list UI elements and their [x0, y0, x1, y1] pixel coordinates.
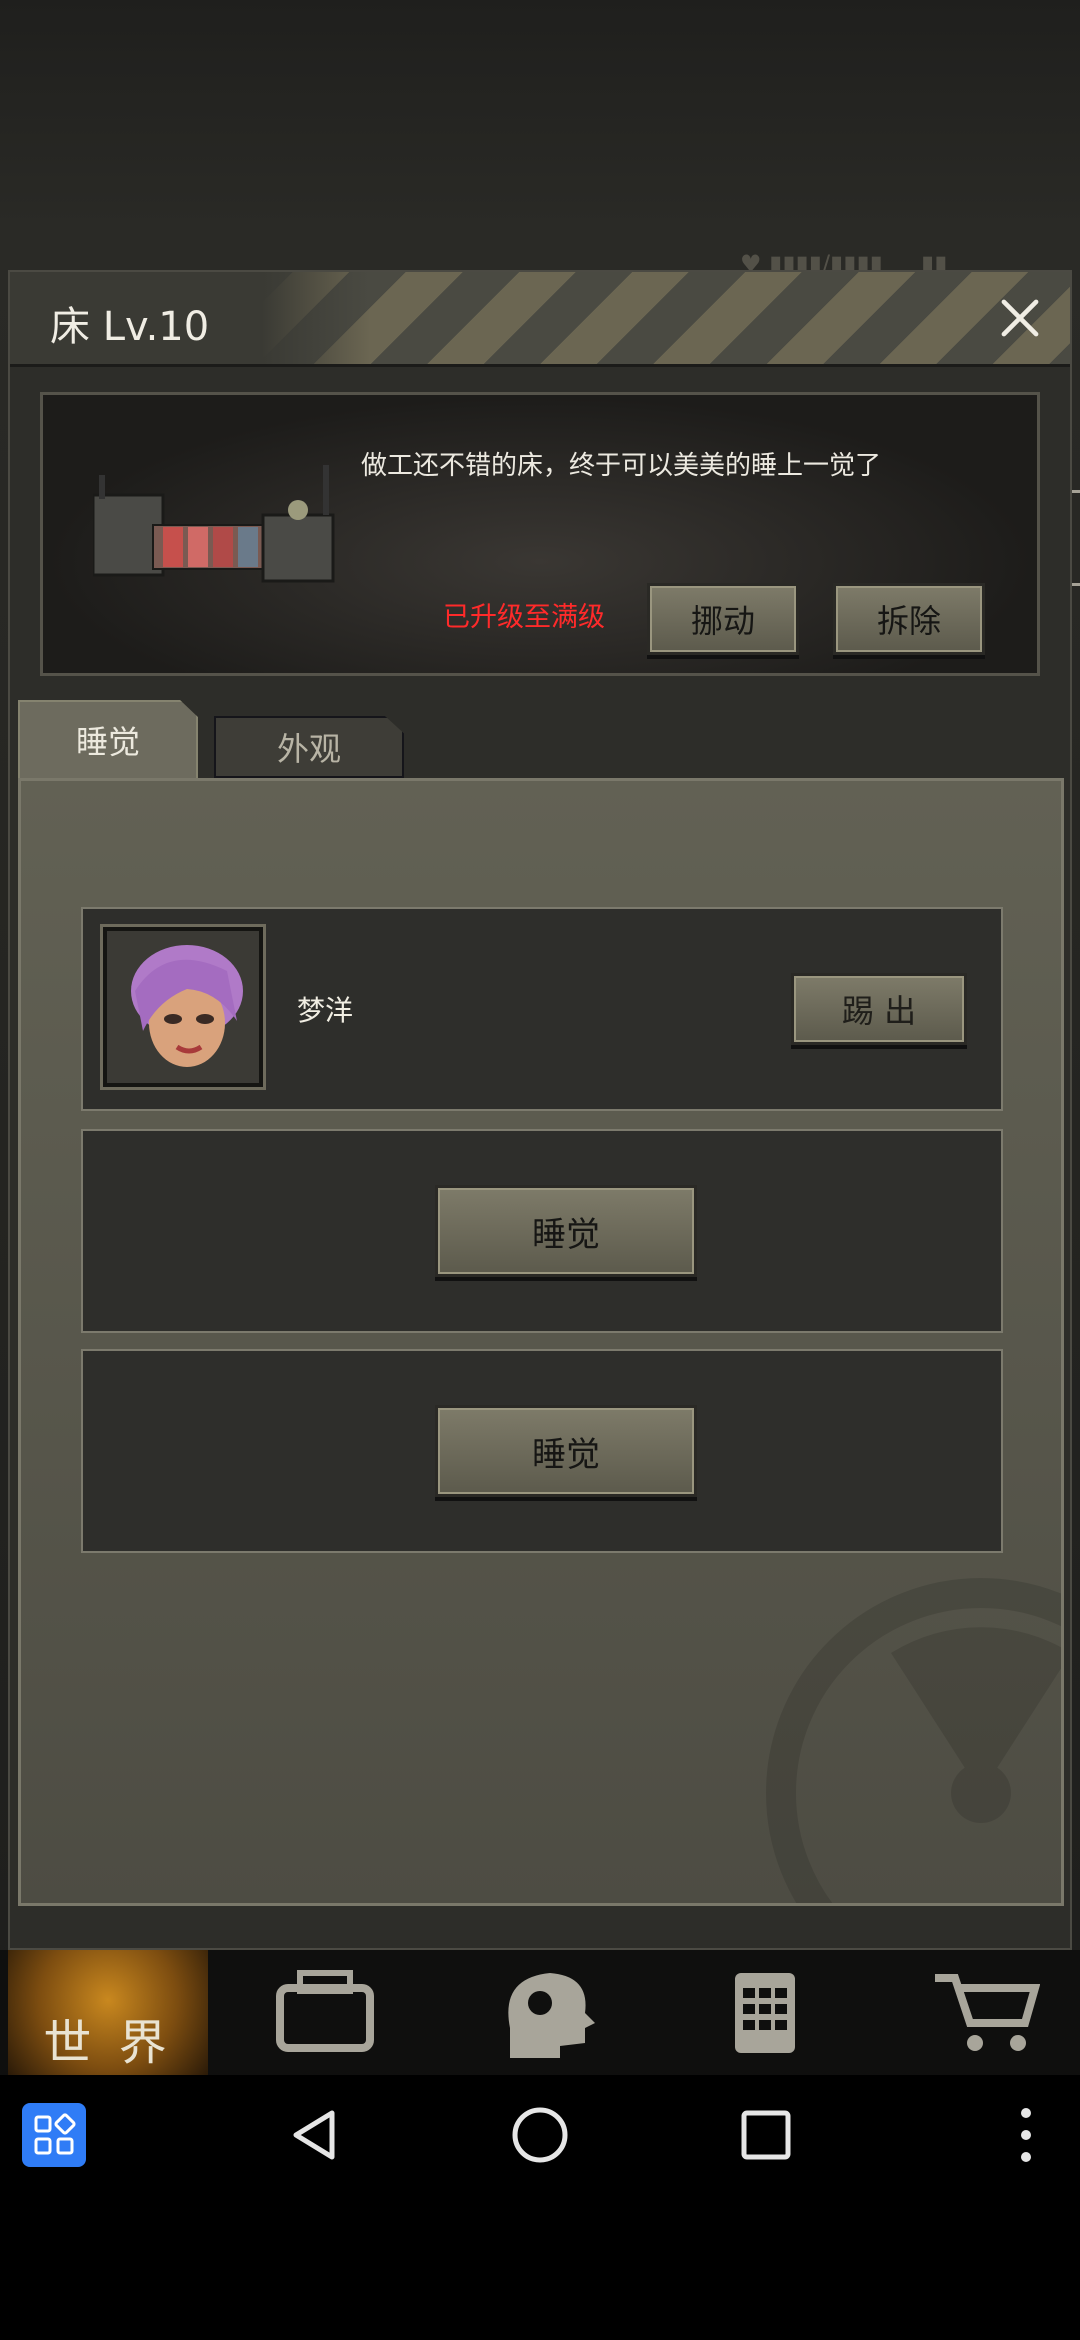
recents-button[interactable] — [734, 2103, 798, 2167]
bed-dialog: 床 Lv.10 做工还不错的床，终于可以美美的睡上一觉了 已升级至满级 挪动 拆… — [8, 270, 1072, 1950]
system-navigation-bar — [0, 2075, 1080, 2185]
character-name: 梦洋 — [297, 994, 354, 1027]
sleep-slots-panel: 梦洋 踢 出 睡觉 睡觉 — [18, 778, 1064, 1906]
nav-shop[interactable] — [920, 1950, 1050, 2075]
close-button[interactable] — [988, 286, 1052, 350]
tab-appearance[interactable]: 外观 — [214, 716, 404, 778]
radiation-icon — [766, 1578, 1061, 1903]
sleep-button[interactable]: 睡觉 — [435, 1405, 697, 1497]
nav-world-label: 世 界 — [43, 2014, 173, 2071]
sleep-slot-occupied: 梦洋 踢 出 — [81, 907, 1003, 1111]
nav-world[interactable]: 世 界 — [8, 1950, 208, 2075]
apps-button[interactable] — [22, 2103, 86, 2167]
back-button[interactable] — [282, 2103, 346, 2167]
remove-button[interactable]: 拆除 — [833, 583, 985, 655]
more-vertical-icon — [1021, 2108, 1031, 2162]
close-icon — [1001, 299, 1039, 337]
home-button[interactable] — [508, 2103, 572, 2167]
max-level-status: 已升级至满级 — [443, 602, 605, 633]
bed-description: 做工还不错的床，终于可以美美的睡上一觉了 — [361, 451, 882, 481]
sleep-slot-empty: 睡觉 — [81, 1349, 1003, 1553]
calculator-icon — [735, 1972, 795, 2053]
sleep-slot-empty: 睡觉 — [81, 1129, 1003, 1333]
cart-icon — [935, 1973, 1040, 2051]
sleep-button[interactable]: 睡觉 — [435, 1185, 697, 1277]
character-avatar[interactable] — [103, 927, 263, 1087]
home-circle-icon — [512, 2107, 568, 2163]
move-button[interactable]: 挪动 — [647, 583, 799, 655]
head-gear-icon — [508, 1972, 595, 2058]
apps-grid-icon — [34, 2113, 76, 2155]
nav-crafting[interactable] — [700, 1950, 830, 2075]
nav-skills[interactable] — [480, 1950, 610, 2075]
bottom-nav: 世 界 — [0, 1950, 1080, 2075]
dialog-title: 床 Lv.10 — [50, 304, 210, 350]
character-portrait — [107, 931, 259, 1083]
tab-sleep[interactable]: 睡觉 — [18, 700, 198, 778]
kick-out-button[interactable]: 踢 出 — [791, 973, 967, 1045]
more-button[interactable] — [994, 2103, 1058, 2167]
back-triangle-icon — [293, 2110, 335, 2160]
bed-info-panel: 做工还不错的床，终于可以美美的睡上一觉了 已升级至满级 挪动 拆除 — [40, 392, 1040, 676]
nav-backpack[interactable] — [260, 1950, 390, 2075]
title-bar: 床 Lv.10 — [10, 272, 1070, 367]
bed-icon — [93, 465, 335, 583]
recents-square-icon — [741, 2110, 791, 2160]
backpack-icon — [276, 1969, 374, 2052]
